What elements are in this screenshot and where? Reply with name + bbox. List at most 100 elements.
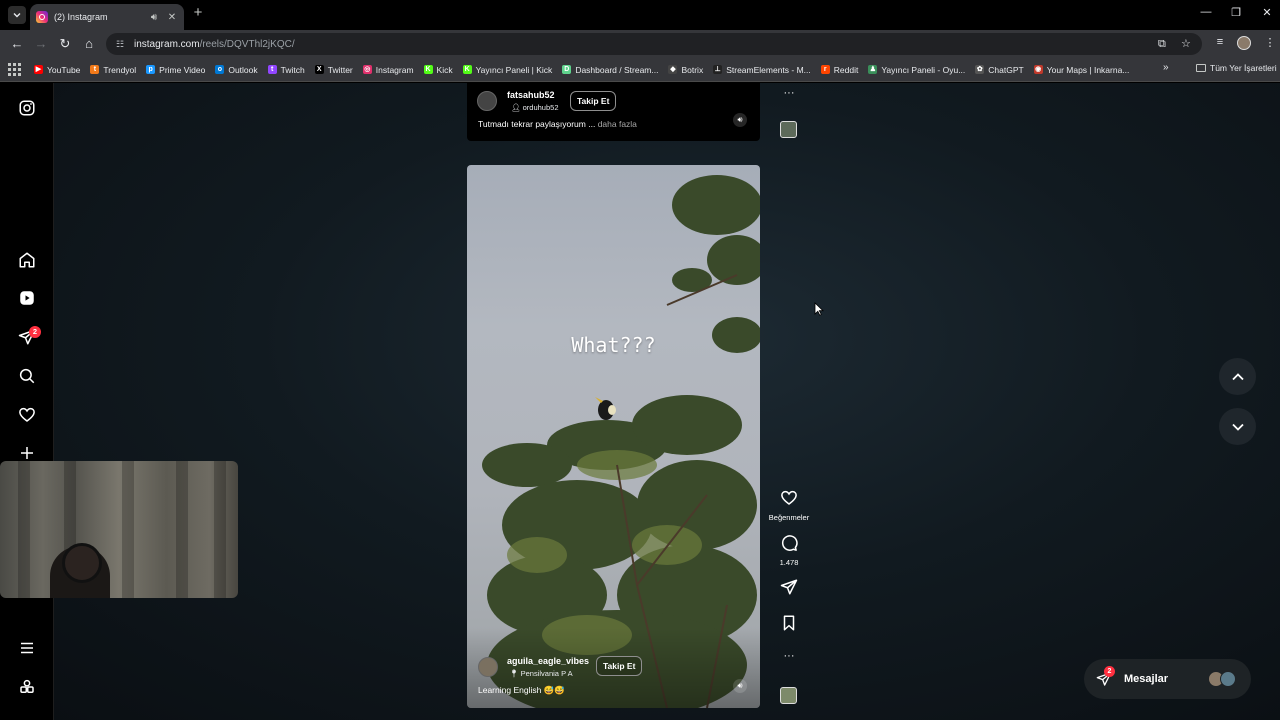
messages-button[interactable]: 2 Mesajlar xyxy=(1084,659,1251,699)
more-apps-icon[interactable] xyxy=(17,677,37,697)
post-subinfo: 👤︎ orduhub52 xyxy=(511,103,559,112)
streamer-headset xyxy=(62,543,102,583)
forward-icon[interactable]: → xyxy=(33,36,49,52)
bookmark-label: Yayıncı Paneli - Oyu... xyxy=(881,64,966,75)
follow-button[interactable]: Takip Et xyxy=(596,656,643,676)
previous-reel-button[interactable] xyxy=(1219,358,1256,395)
bookmark-star-icon[interactable]: ☆ xyxy=(1181,33,1191,55)
bookmark-label: Twitch xyxy=(280,64,305,75)
bookmark-favicon-icon: ✿ xyxy=(975,65,985,74)
home-icon[interactable] xyxy=(17,250,37,270)
comment-icon xyxy=(781,535,798,551)
reel-location-text: Pensilvania P A xyxy=(520,669,573,678)
post-subinfo-text: orduhub52 xyxy=(522,103,559,112)
folder-icon xyxy=(1196,64,1206,72)
restore-icon[interactable]: ❐ xyxy=(1229,6,1243,19)
reel-username[interactable]: aguila_eagle_vibes xyxy=(507,656,589,666)
bookmark-item[interactable]: ♟ Yayıncı Paneli - Oyu... xyxy=(868,65,965,75)
bookmark-item[interactable]: ⊥ StreamElements - M... xyxy=(713,65,811,75)
volume-icon[interactable]: 🔊︎ xyxy=(733,679,747,693)
bookmark-favicon-icon: t xyxy=(267,65,277,74)
reel-location[interactable]: 📍︎ Pensilvania P A xyxy=(509,669,573,678)
next-reel-button[interactable] xyxy=(1219,408,1256,445)
reload-icon[interactable]: ↻ xyxy=(57,36,73,52)
post-username[interactable]: fatsahub52 xyxy=(507,90,555,100)
bookmark-item[interactable]: t Twitch xyxy=(267,64,305,75)
back-icon[interactable]: ← xyxy=(9,36,25,52)
profile-avatar[interactable] xyxy=(1237,36,1251,50)
bookmark-item[interactable]: t Trendyol xyxy=(90,65,136,75)
bookmark-item[interactable]: ✿ ChatGPT xyxy=(975,65,1024,75)
bookmark-label: Reddit xyxy=(833,64,859,75)
more-bookmarks-icon[interactable]: » xyxy=(1163,62,1169,73)
bookmark-item[interactable]: X Twitter xyxy=(314,65,353,75)
bookmark-favicon-icon: K xyxy=(423,65,433,74)
heart-icon[interactable] xyxy=(17,405,37,425)
tab-instagram[interactable]: (2) Instagram 🔊︎ ✕ xyxy=(30,4,184,30)
instagram-logo-icon[interactable] xyxy=(17,98,37,118)
speaker-icon[interactable]: 🔊︎ xyxy=(148,12,160,23)
all-bookmarks-folder[interactable]: Tüm Yer İşaretleri xyxy=(1196,63,1277,73)
bookmark-item[interactable]: o Outlook xyxy=(215,65,258,75)
tab-search-button[interactable] xyxy=(8,6,26,24)
more-options-icon[interactable]: ··· xyxy=(776,87,802,99)
audio-thumbnail[interactable] xyxy=(780,687,797,704)
bookmark-item[interactable]: ◉ Your Maps | Inkarna... xyxy=(1033,65,1129,75)
search-icon[interactable] xyxy=(17,366,37,386)
audio-thumbnail[interactable] xyxy=(780,121,797,138)
previous-reel-card: fatsahub52 👤︎ orduhub52 Takip Et Tutmadı… xyxy=(467,83,760,141)
menu-icon[interactable] xyxy=(17,638,37,658)
home-icon[interactable]: ⌂ xyxy=(81,36,97,52)
new-tab-button[interactable]: + xyxy=(190,5,206,21)
mouse-cursor-icon xyxy=(814,302,824,316)
close-tab-icon[interactable]: ✕ xyxy=(166,12,178,23)
follow-button[interactable]: Takip Et xyxy=(570,91,617,111)
heart-icon xyxy=(781,490,797,505)
share-button[interactable] xyxy=(776,578,802,601)
bookmark-item[interactable]: ◆ Botrix xyxy=(668,65,703,75)
chevron-down-icon xyxy=(13,13,21,18)
bookmark-favicon-icon: p xyxy=(146,65,156,74)
comments-count: 1.478 xyxy=(779,558,799,567)
bookmark-item[interactable]: K Kick xyxy=(423,65,453,75)
browser-menu-icon[interactable]: ⋮ xyxy=(1262,36,1278,49)
bookmark-item[interactable]: ▶ YouTube xyxy=(34,65,80,75)
url-text: instagram.com/reels/DQVThl2jKQC/ xyxy=(134,38,295,50)
reel-video[interactable]: What??? aguila_eagle_vibes 📍︎ Pensilvani… xyxy=(467,165,760,708)
more-link[interactable]: daha fazla xyxy=(598,119,637,129)
create-plus-icon[interactable] xyxy=(17,443,37,463)
bookmark-item[interactable]: K Yayıncı Paneli | Kick xyxy=(462,65,552,75)
site-info-icon[interactable]: ☷ xyxy=(116,38,128,50)
avatar[interactable] xyxy=(477,91,497,111)
bookmark-item[interactable]: ◎ Instagram xyxy=(362,64,414,75)
install-app-icon[interactable]: ⧉ xyxy=(1158,33,1166,55)
bookmarks-bar: ▶ YouTube t Trendyol p Prime Video o Outlook t Tw… xyxy=(0,58,1280,82)
messages-badge: 2 xyxy=(1104,666,1115,677)
bookmark-item[interactable]: r Reddit xyxy=(820,64,859,75)
bookmark-label: Trendyol xyxy=(103,64,137,75)
comment-button[interactable]: 1.478 xyxy=(776,534,802,567)
chevron-up-icon xyxy=(1231,372,1244,380)
address-bar[interactable]: ☷ instagram.com/reels/DQVThl2jKQC/ ⧉ ☆ xyxy=(106,33,1202,55)
minimize-icon[interactable]: — xyxy=(1199,6,1213,18)
avatar[interactable] xyxy=(478,657,498,677)
volume-icon[interactable]: 🔊︎ xyxy=(733,113,747,127)
bookmark-label: Instagram xyxy=(375,64,414,75)
reels-icon[interactable] xyxy=(17,288,37,308)
instagram-sidebar: 2 xyxy=(0,83,54,720)
bookmark-item[interactable]: p Prime Video xyxy=(146,65,205,75)
tab-strip: (2) Instagram 🔊︎ ✕ + — ❐ ✕ xyxy=(0,0,1280,30)
bookmark-favicon-icon: X xyxy=(314,65,324,74)
like-button[interactable]: Beğenmeler xyxy=(766,489,812,522)
apps-grid-icon[interactable] xyxy=(8,62,22,77)
more-options-icon[interactable]: ··· xyxy=(776,650,802,662)
bookmark-favicon-icon: ▶ xyxy=(34,65,43,74)
bookmark-item[interactable]: D Dashboard / Stream... xyxy=(562,65,658,75)
save-button[interactable] xyxy=(776,614,802,637)
close-window-icon[interactable]: ✕ xyxy=(1260,6,1274,19)
bookmark-favicon-icon: ◉ xyxy=(1033,65,1043,74)
bookmark-label: Dashboard / Stream... xyxy=(575,64,659,75)
bookmark-favicon-icon: ♟ xyxy=(868,65,878,74)
reel-caption: Learning English 😅😅 xyxy=(478,685,565,695)
media-controls-icon[interactable]: ≡ xyxy=(1212,36,1228,48)
